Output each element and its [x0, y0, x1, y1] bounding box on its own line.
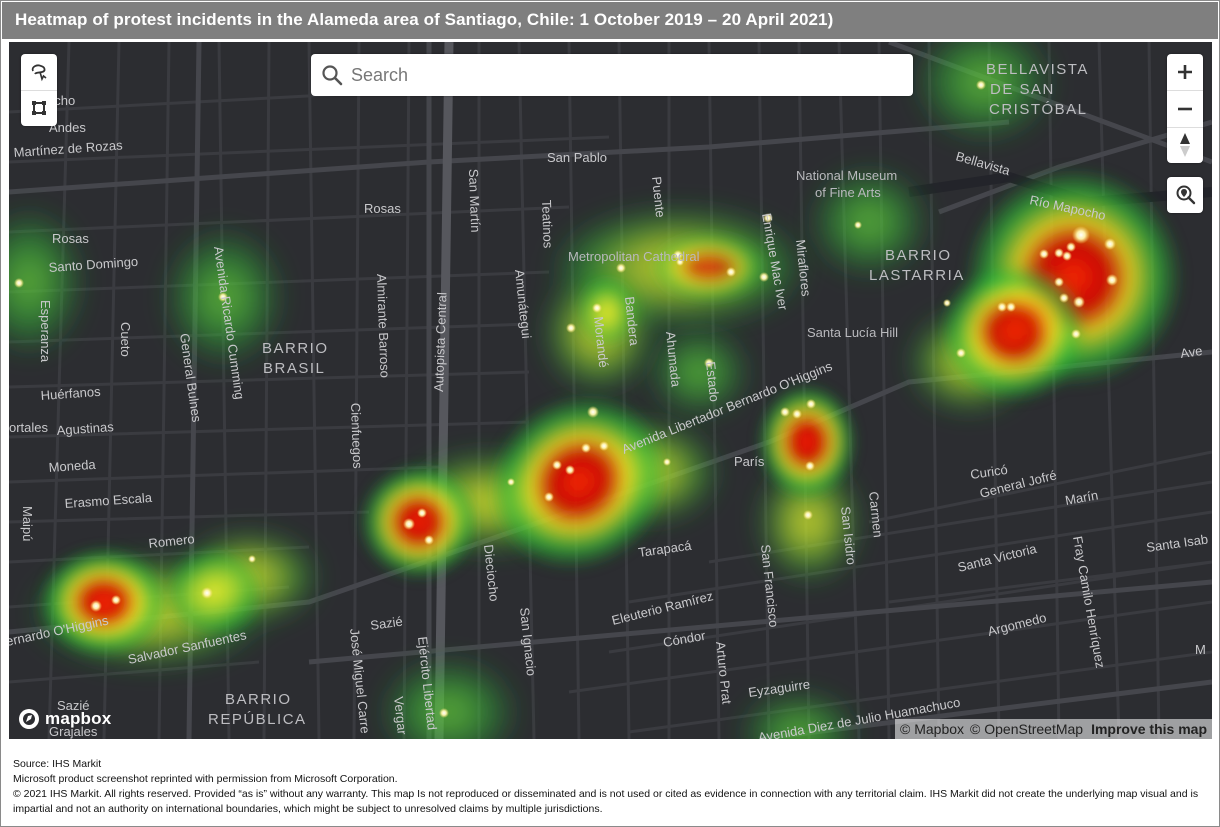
plus-icon — [1178, 65, 1192, 79]
poi-label: of Fine Arts — [815, 185, 881, 200]
attribution-osm-link[interactable]: © OpenStreetMap — [970, 721, 1083, 737]
figure-title: Heatmap of protest incidents in the Alam… — [15, 10, 834, 29]
poi-label: Santa Lucía Hill — [807, 325, 898, 340]
street-label: Teatinos — [539, 200, 556, 249]
mapbox-logo-icon — [19, 709, 39, 729]
street-label: París — [734, 454, 765, 469]
navigation-controls — [1167, 54, 1203, 163]
box-select-button[interactable] — [21, 90, 57, 126]
street-label: Rosas — [364, 201, 401, 216]
district-label: BELLAVISTA — [986, 61, 1089, 78]
district-label: BARRIO — [262, 340, 329, 357]
street-label: Cueto — [118, 322, 133, 357]
district-label: BRASIL — [263, 360, 325, 377]
mapbox-logo[interactable]: mapbox — [18, 707, 111, 731]
search-input[interactable] — [351, 54, 901, 96]
figure-footer: Source: IHS Markit Microsoft product scr… — [13, 757, 1208, 817]
map-canvas[interactable]: BELLAVISTA DE SAN CRISTÓBAL BARRIO LASTA… — [9, 42, 1212, 739]
lasso-select-icon — [31, 64, 47, 82]
improve-map-link[interactable]: Improve this map — [1091, 721, 1207, 737]
lasso-select-button[interactable] — [21, 54, 57, 90]
district-label: BARRIO — [885, 247, 952, 264]
zoom-in-button[interactable] — [1167, 54, 1203, 90]
copyright-note: © 2021 IHS Markit. All rights reserved. … — [13, 788, 1199, 815]
district-label: REPÚBLICA — [208, 711, 307, 728]
map-base[interactable]: BELLAVISTA DE SAN CRISTÓBAL BARRIO LASTA… — [9, 42, 1212, 739]
minus-icon — [1178, 107, 1192, 111]
street-label: San Pablo — [547, 150, 607, 165]
reprint-note: Microsoft product screenshot reprinted w… — [13, 773, 398, 785]
district-label: DE SAN — [990, 81, 1055, 98]
geolocate-control — [1167, 177, 1203, 213]
figure-frame: Heatmap of protest incidents in the Alam… — [0, 0, 1220, 827]
street-label: Cienfuegos — [348, 403, 365, 470]
zoom-out-button[interactable] — [1167, 91, 1203, 127]
street-label: ortales — [9, 420, 49, 435]
compass-button[interactable] — [1167, 127, 1203, 163]
compass-icon — [1180, 133, 1190, 157]
district-label: CRISTÓBAL — [989, 101, 1088, 118]
street-label: Maipú — [20, 506, 35, 541]
street-label: M — [1195, 642, 1206, 657]
poi-label: National Museum — [796, 168, 897, 183]
title-bar: Heatmap of protest incidents in the Alam… — [2, 2, 1218, 39]
search-box — [311, 54, 913, 96]
mapbox-wordmark: mapbox — [45, 709, 112, 728]
street-label: San Martín — [466, 169, 483, 233]
selection-tools — [21, 54, 57, 126]
geolocate-button[interactable] — [1167, 177, 1203, 213]
source-note: Source: IHS Markit — [13, 758, 102, 770]
search-icon — [322, 65, 343, 86]
street-label: Esperanza — [38, 300, 53, 363]
box-select-icon — [32, 101, 46, 115]
attribution-bar: © Mapbox © OpenStreetMap Improve this ma… — [895, 719, 1212, 739]
attribution-mapbox-link[interactable]: © Mapbox — [900, 721, 964, 737]
district-label: BARRIO — [225, 691, 292, 708]
geolocate-icon — [1176, 185, 1196, 205]
district-label: LASTARRIA — [869, 267, 965, 284]
street-label: Ave — [1179, 343, 1203, 361]
poi-label: Metropolitan Cathedral — [568, 249, 700, 264]
street-label: Rosas — [52, 231, 89, 246]
